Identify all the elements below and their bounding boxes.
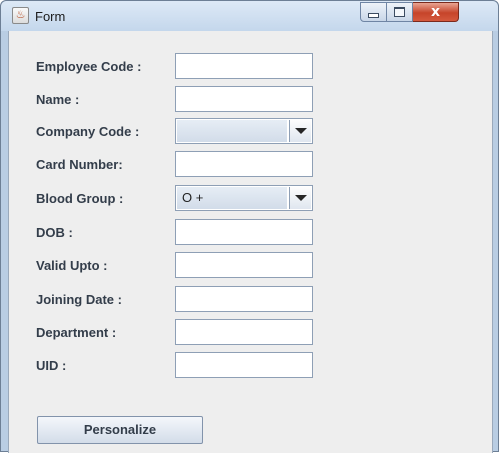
dob-field[interactable] [175,219,313,245]
chevron-down-icon [295,195,307,201]
uid-field[interactable] [175,352,313,378]
blood-group-selected-value: O + [177,187,287,209]
minimize-icon [368,12,379,18]
personalize-button[interactable]: Personalize [37,416,203,444]
form-window: ♨ Form x Employee Code : Name : Company … [0,0,499,453]
title-bar[interactable]: ♨ Form x [1,1,498,31]
company-code-label: Company Code : [36,124,140,139]
close-icon: x [430,4,441,20]
dob-label: DOB : [36,225,73,240]
department-row: Department : [9,319,409,345]
chevron-down-icon [295,128,307,134]
valid-upto-row: Valid Upto : [9,252,409,278]
blood-group-dropdown-button[interactable] [289,187,311,209]
joining-date-row: Joining Date : [9,286,409,312]
employee-code-label: Employee Code : [36,59,142,74]
card-number-label: Card Number: [36,157,123,172]
company-code-dropdown-button[interactable] [289,120,311,142]
form-panel: Employee Code : Name : Company Code : Ca… [8,31,493,453]
blood-group-dropdown[interactable]: O + [175,185,313,211]
company-code-row: Company Code : [9,118,409,144]
joining-date-label: Joining Date : [36,292,122,307]
name-row: Name : [9,86,409,112]
name-label: Name : [36,92,80,107]
name-field[interactable] [175,86,313,112]
company-code-dropdown[interactable] [175,118,313,144]
joining-date-field[interactable] [175,286,313,312]
uid-row: UID : [9,352,409,378]
window-title: Form [35,9,66,24]
card-number-field[interactable] [175,151,313,177]
valid-upto-field[interactable] [175,252,313,278]
employee-code-field[interactable] [175,53,313,79]
employee-code-row: Employee Code : [9,53,409,79]
maximize-icon [394,7,405,17]
company-code-selected-value [177,120,287,142]
department-label: Department : [36,325,117,340]
valid-upto-label: Valid Upto : [36,258,108,273]
blood-group-row: Blood Group : O + [9,185,409,211]
dob-row: DOB : [9,219,409,245]
window-controls: x [360,2,459,24]
close-button[interactable]: x [413,2,459,22]
java-coffee-cup-icon[interactable]: ♨ [12,7,29,24]
maximize-button[interactable] [387,2,413,22]
blood-group-label: Blood Group : [36,191,124,206]
minimize-button[interactable] [360,2,387,22]
uid-label: UID : [36,358,67,373]
card-number-row: Card Number: [9,151,409,177]
department-field[interactable] [175,319,313,345]
